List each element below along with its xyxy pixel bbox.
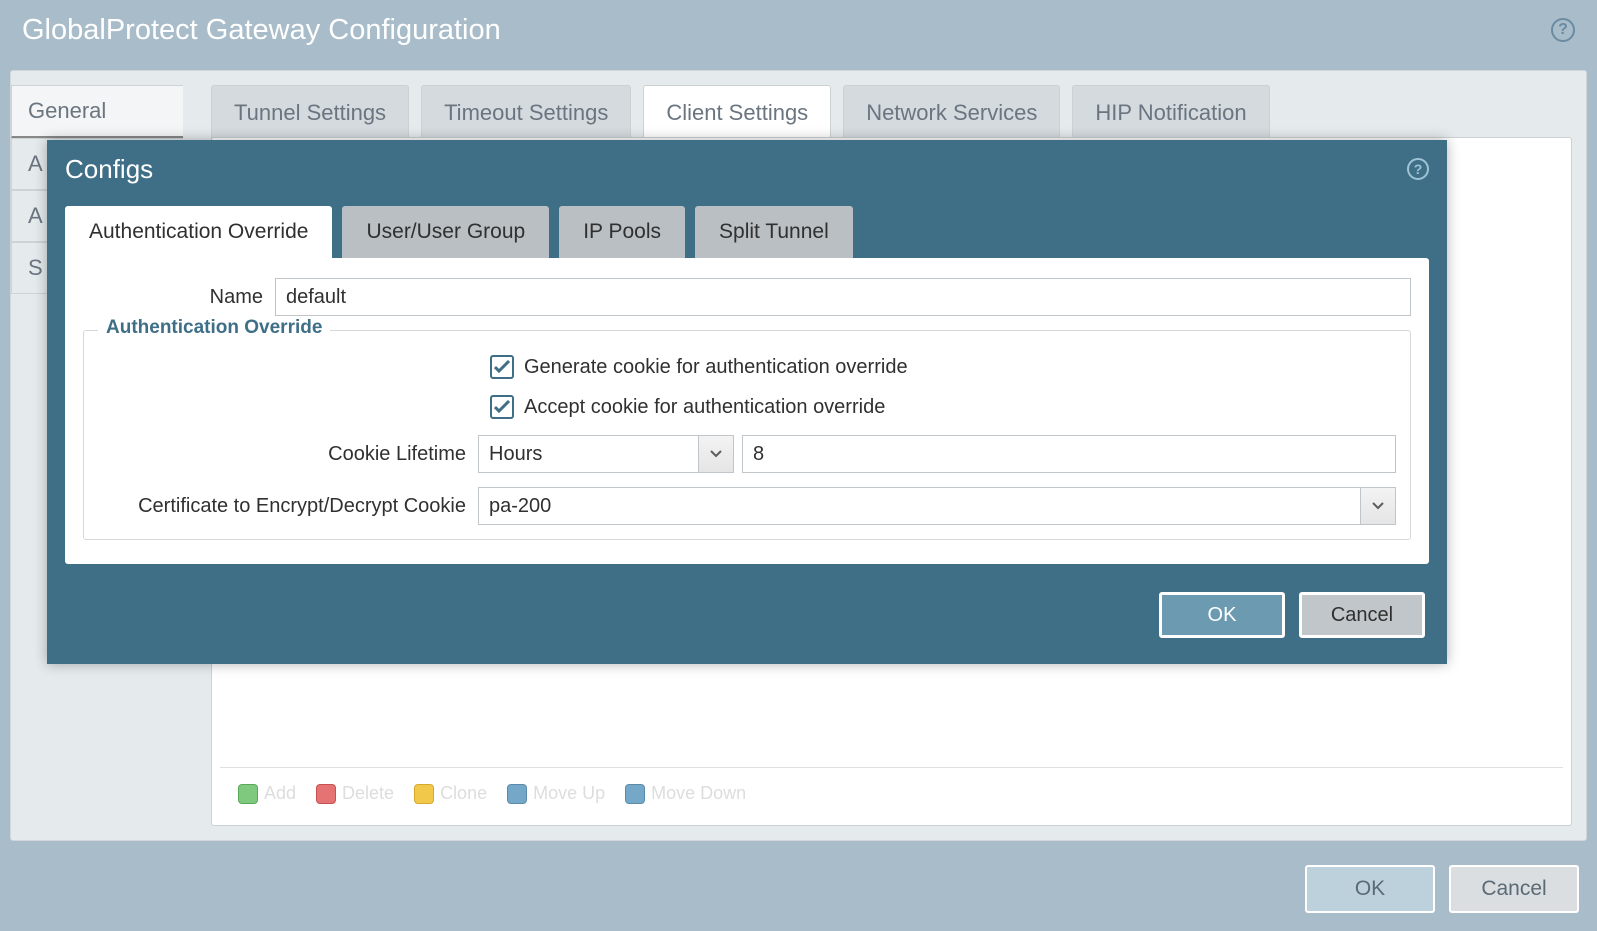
window-cancel-button[interactable]: Cancel xyxy=(1449,865,1579,913)
modal-tab-ip-pools[interactable]: IP Pools xyxy=(559,206,685,258)
window-footer: OK Cancel xyxy=(1305,865,1579,913)
toolbar-move-down[interactable]: Move Down xyxy=(625,783,746,804)
modal-titlebar: Configs ? xyxy=(47,140,1447,198)
generate-cookie-row: Generate cookie for authentication overr… xyxy=(490,355,1396,379)
toolbar-clone[interactable]: Clone xyxy=(414,783,487,804)
toolbar-delete[interactable]: Delete xyxy=(316,783,394,804)
tab-network-services[interactable]: Network Services xyxy=(843,85,1060,141)
help-icon[interactable]: ? xyxy=(1551,18,1575,42)
cert-select[interactable] xyxy=(478,487,1396,525)
tab-hip-notification[interactable]: HIP Notification xyxy=(1072,85,1269,141)
chevron-down-icon[interactable] xyxy=(1360,487,1396,525)
chevron-down-icon[interactable] xyxy=(698,435,734,473)
cert-value[interactable] xyxy=(478,487,1396,525)
cookie-lifetime-unit-value[interactable] xyxy=(478,435,734,473)
arrow-up-icon xyxy=(507,784,527,804)
modal-tab-auth-override[interactable]: Authentication Override xyxy=(65,206,332,258)
check-icon xyxy=(494,360,510,374)
cookie-lifetime-unit-select[interactable] xyxy=(478,435,734,473)
window-title: GlobalProtect Gateway Configuration xyxy=(22,14,501,47)
fieldset-legend: Authentication Override xyxy=(98,317,330,339)
side-tab-general[interactable]: General xyxy=(11,85,183,138)
window-ok-button[interactable]: OK xyxy=(1305,865,1435,913)
modal-tabs: Authentication Override User/User Group … xyxy=(47,206,1447,258)
accept-cookie-row: Accept cookie for authentication overrid… xyxy=(490,395,1396,419)
cert-label: Certificate to Encrypt/Decrypt Cookie xyxy=(98,495,478,518)
modal-footer: OK Cancel xyxy=(47,564,1447,664)
toolbar-move-up[interactable]: Move Up xyxy=(507,783,605,804)
cookie-lifetime-row: Cookie Lifetime xyxy=(98,435,1396,473)
toolbar-add[interactable]: Add xyxy=(238,783,296,804)
cookie-lifetime-value-input[interactable] xyxy=(742,435,1396,473)
modal-cancel-button[interactable]: Cancel xyxy=(1299,592,1425,638)
accept-cookie-label: Accept cookie for authentication overrid… xyxy=(524,396,885,419)
plus-icon xyxy=(238,784,258,804)
check-icon xyxy=(494,400,510,414)
accept-cookie-checkbox[interactable] xyxy=(490,395,514,419)
panel-toolbar: Add Delete Clone Move Up Move Down xyxy=(220,767,1563,819)
tab-timeout-settings[interactable]: Timeout Settings xyxy=(421,85,631,141)
modal-ok-button[interactable]: OK xyxy=(1159,592,1285,638)
modal-tab-user-group[interactable]: User/User Group xyxy=(342,206,549,258)
window-titlebar: GlobalProtect Gateway Configuration ? xyxy=(0,0,1597,60)
name-row: Name xyxy=(83,278,1411,316)
generate-cookie-checkbox[interactable] xyxy=(490,355,514,379)
generate-cookie-label: Generate cookie for authentication overr… xyxy=(524,356,908,379)
auth-override-fieldset: Authentication Override Generate cookie … xyxy=(83,330,1411,540)
cookie-lifetime-label: Cookie Lifetime xyxy=(98,443,478,466)
modal-tab-split-tunnel[interactable]: Split Tunnel xyxy=(695,206,853,258)
arrow-down-icon xyxy=(625,784,645,804)
modal-help-icon[interactable]: ? xyxy=(1407,158,1429,180)
name-input[interactable] xyxy=(275,278,1411,316)
cookie-lifetime-inputs xyxy=(478,435,1396,473)
cert-row: Certificate to Encrypt/Decrypt Cookie xyxy=(98,487,1396,525)
name-label: Name xyxy=(83,286,275,309)
tab-client-settings[interactable]: Client Settings xyxy=(643,85,831,141)
tab-tunnel-settings[interactable]: Tunnel Settings xyxy=(211,85,409,141)
modal-body: Name Authentication Override Generate co… xyxy=(65,258,1429,564)
minus-icon xyxy=(316,784,336,804)
top-tabs: Tunnel Settings Timeout Settings Client … xyxy=(211,85,1270,141)
modal-title: Configs xyxy=(65,154,153,185)
configs-modal: Configs ? Authentication Override User/U… xyxy=(47,140,1447,664)
clone-icon xyxy=(414,784,434,804)
